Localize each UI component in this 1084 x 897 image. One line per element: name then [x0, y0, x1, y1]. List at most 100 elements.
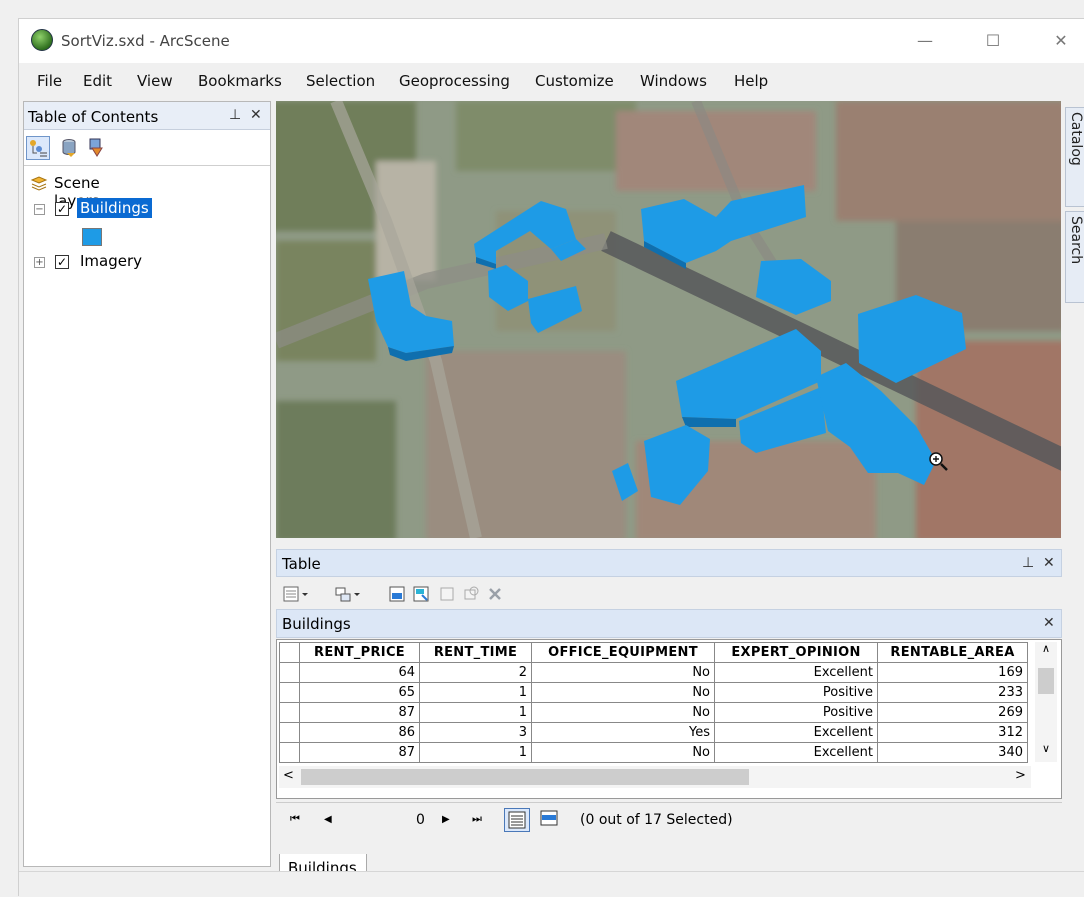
table-row[interactable]: 87 1 No Positive 269 — [279, 702, 1028, 723]
menu-file[interactable]: File — [37, 72, 62, 90]
row-selector[interactable] — [279, 722, 300, 743]
cell-office-equipment[interactable]: No — [531, 662, 715, 683]
buildings-table-close-button[interactable]: ✕ — [1043, 615, 1055, 631]
imagery-layer-label[interactable]: Imagery — [80, 252, 142, 270]
column-header-rentable-area[interactable]: RENTABLE_AREA — [877, 642, 1028, 663]
select-by-attributes-icon[interactable] — [388, 585, 406, 603]
column-header-rent-price[interactable]: RENT_PRICE — [299, 642, 420, 663]
cell-expert-opinion[interactable]: Excellent — [714, 662, 878, 683]
horizontal-scrollbar[interactable]: < > — [279, 766, 1031, 788]
next-record-button[interactable]: ▶ — [442, 814, 450, 825]
cell-rent-price[interactable]: 65 — [299, 682, 420, 703]
menu-customize[interactable]: Customize — [535, 72, 614, 90]
show-all-records-icon[interactable] — [504, 808, 530, 832]
vertical-scroll-thumb[interactable] — [1038, 668, 1054, 694]
delete-selected-icon[interactable] — [486, 585, 504, 603]
menu-bookmarks[interactable]: Bookmarks — [198, 72, 282, 90]
cell-rent-time[interactable]: 1 — [419, 742, 532, 763]
switch-selection-icon[interactable] — [412, 585, 430, 603]
table-row[interactable]: 87 1 No Excellent 340 — [279, 742, 1028, 763]
buildings-layer-label[interactable]: Buildings — [77, 198, 152, 218]
cell-office-equipment[interactable]: No — [531, 702, 715, 723]
scroll-down-button[interactable]: ∨ — [1035, 742, 1057, 755]
cell-rent-price[interactable]: 87 — [299, 702, 420, 723]
maximize-button[interactable]: ☐ — [973, 27, 1013, 55]
scroll-right-button[interactable]: > — [1015, 768, 1026, 783]
buildings-visibility-checkbox[interactable]: ✓ — [55, 202, 69, 216]
table-options-icon[interactable] — [282, 585, 300, 603]
cell-rent-price[interactable]: 87 — [299, 742, 420, 763]
scroll-up-button[interactable]: ∧ — [1035, 642, 1057, 655]
cell-rent-price[interactable]: 86 — [299, 722, 420, 743]
last-record-button[interactable]: ⏭ — [472, 812, 482, 826]
zoom-to-selected-icon[interactable] — [462, 585, 480, 603]
cell-expert-opinion[interactable]: Positive — [714, 682, 878, 703]
column-header-office-equipment[interactable]: OFFICE_EQUIPMENT — [531, 642, 715, 663]
cell-rent-time[interactable]: 1 — [419, 682, 532, 703]
cell-office-equipment[interactable]: No — [531, 742, 715, 763]
list-by-visibility-icon[interactable] — [86, 136, 110, 160]
cell-expert-opinion[interactable]: Positive — [714, 702, 878, 723]
cell-rentable-area[interactable]: 169 — [877, 662, 1028, 683]
cell-rent-time[interactable]: 2 — [419, 662, 532, 683]
previous-record-button[interactable]: ◀ — [324, 814, 332, 825]
menu-help[interactable]: Help — [734, 72, 768, 90]
row-selector[interactable] — [279, 742, 300, 763]
table-options-dropdown-icon[interactable] — [300, 585, 310, 603]
minimize-button[interactable]: — — [905, 27, 945, 55]
cell-rentable-area[interactable]: 269 — [877, 702, 1028, 723]
table-row[interactable]: 65 1 No Positive 233 — [279, 682, 1028, 703]
row-selector[interactable] — [279, 702, 300, 723]
buildings-symbol-swatch[interactable] — [82, 228, 102, 246]
cell-expert-opinion[interactable]: Excellent — [714, 722, 878, 743]
imagery-expand-icon[interactable]: + — [34, 257, 45, 268]
cell-rent-price[interactable]: 64 — [299, 662, 420, 683]
scene-view[interactable] — [276, 101, 1061, 538]
menu-windows[interactable]: Windows — [640, 72, 707, 90]
list-by-source-icon[interactable] — [58, 136, 82, 160]
related-tables-dropdown-icon[interactable] — [352, 585, 362, 603]
menu-geoprocessing[interactable]: Geoprocessing — [399, 72, 510, 90]
cell-rentable-area[interactable]: 312 — [877, 722, 1028, 743]
row-selector[interactable] — [279, 682, 300, 703]
menu-selection[interactable]: Selection — [306, 72, 375, 90]
toc-close-button[interactable]: ✕ — [250, 107, 262, 123]
search-tab[interactable]: Search — [1065, 211, 1084, 303]
imagery-visibility-checkbox[interactable]: ✓ — [55, 255, 69, 269]
list-by-drawing-order-icon[interactable] — [26, 136, 50, 160]
column-header-expert-opinion[interactable]: EXPERT_OPINION — [714, 642, 878, 663]
menu-edit[interactable]: Edit — [83, 72, 112, 90]
attribute-table-grid[interactable]: RENT_PRICE RENT_TIME OFFICE_EQUIPMENT EX… — [276, 639, 1062, 799]
cell-office-equipment[interactable]: Yes — [531, 722, 715, 743]
buildings-collapse-icon[interactable]: − — [34, 204, 45, 215]
table-close-button[interactable]: ✕ — [1043, 555, 1055, 571]
cell-rent-time[interactable]: 1 — [419, 702, 532, 723]
current-record-field[interactable]: 0 — [416, 812, 425, 828]
row-selector[interactable] — [279, 662, 300, 683]
window-title: SortViz.sxd - ArcScene — [61, 32, 230, 50]
cell-expert-opinion[interactable]: Excellent — [714, 742, 878, 763]
menu-view[interactable]: View — [137, 72, 173, 90]
scroll-left-button[interactable]: < — [283, 768, 294, 783]
cell-office-equipment[interactable]: No — [531, 682, 715, 703]
show-selected-records-icon[interactable] — [538, 808, 562, 832]
related-tables-icon[interactable] — [334, 585, 352, 603]
toc-title: Table of Contents — [28, 108, 159, 126]
cell-rentable-area[interactable]: 340 — [877, 742, 1028, 763]
clear-selection-icon[interactable] — [438, 585, 456, 603]
vertical-scrollbar[interactable]: ∧ ∨ — [1035, 642, 1057, 762]
close-button[interactable]: ✕ — [1041, 27, 1081, 55]
catalog-tab[interactable]: Catalog — [1065, 107, 1084, 207]
scene-aerial-imagery[interactable] — [276, 101, 1061, 538]
table-row[interactable]: 64 2 No Excellent 169 — [279, 662, 1028, 683]
cell-rentable-area[interactable]: 233 — [877, 682, 1028, 703]
row-selector-header[interactable] — [279, 642, 300, 663]
table-window-header: Table ⊥ ✕ — [276, 549, 1062, 577]
toc-pin-icon[interactable]: ⊥ — [229, 107, 241, 123]
table-pin-icon[interactable]: ⊥ — [1022, 555, 1034, 571]
table-row[interactable]: 86 3 Yes Excellent 312 — [279, 722, 1028, 743]
cell-rent-time[interactable]: 3 — [419, 722, 532, 743]
first-record-button[interactable]: ⏮ — [290, 812, 300, 826]
column-header-rent-time[interactable]: RENT_TIME — [419, 642, 532, 663]
horizontal-scroll-thumb[interactable] — [301, 769, 749, 785]
